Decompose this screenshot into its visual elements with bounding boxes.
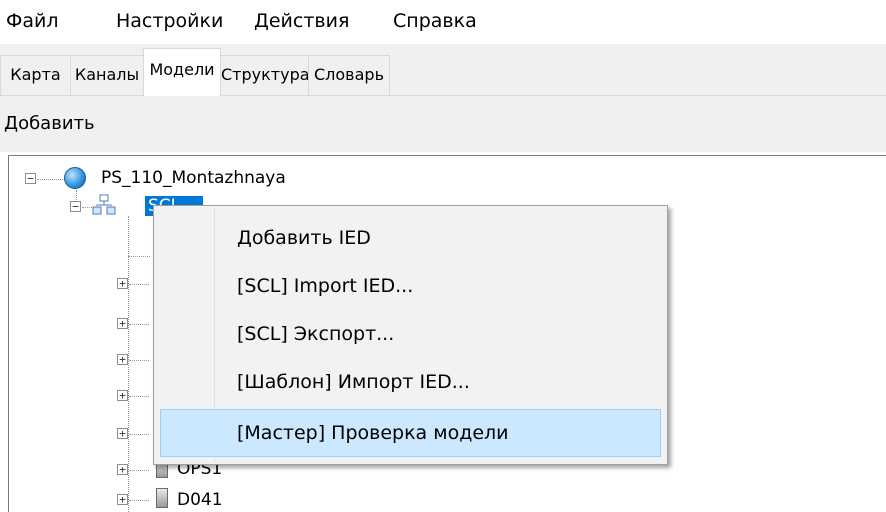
- tab-models[interactable]: Модели: [143, 48, 221, 96]
- tree-connector: [129, 434, 149, 435]
- tree-connector: [129, 360, 149, 361]
- menu-item-label: [SCL] Экспорт...: [237, 323, 395, 345]
- network-icon: [92, 194, 116, 215]
- menu-item-template-import-ied[interactable]: [Шаблон] Импорт IED...: [154, 358, 667, 406]
- tab-structure[interactable]: Структура: [220, 55, 310, 95]
- menu-item-scl-import-ied[interactable]: [SCL] Import IED...: [154, 262, 667, 310]
- menu-bar: Файл Настройки Действия Справка: [0, 0, 886, 44]
- menu-help[interactable]: Справка: [393, 8, 477, 34]
- context-menu: Добавить IED [SCL] Import IED... [SCL] Э…: [153, 205, 668, 465]
- toolbar: Добавить: [0, 96, 886, 152]
- menu-item-label: [Шаблон] Импорт IED...: [237, 371, 470, 393]
- tab-channels[interactable]: Каналы: [70, 55, 144, 95]
- menu-item-label: [SCL] Import IED...: [237, 275, 414, 297]
- tab-map[interactable]: Карта: [0, 55, 71, 95]
- tree-connector: [37, 179, 65, 180]
- tree-connector: [82, 207, 92, 208]
- tree-root-label[interactable]: PS_110_Montazhnaya: [101, 167, 286, 189]
- expand-icon[interactable]: +: [117, 428, 128, 439]
- expand-icon[interactable]: +: [117, 464, 128, 475]
- globe-icon: [64, 167, 86, 189]
- tree-node-d041[interactable]: D041: [177, 489, 223, 511]
- menu-item-label: [Мастер] Проверка модели: [237, 422, 509, 444]
- menu-item-add-ied[interactable]: Добавить IED: [154, 214, 667, 262]
- menu-settings[interactable]: Настройки: [116, 8, 223, 34]
- tree-connector: [129, 470, 149, 471]
- tree-connector: [129, 284, 149, 285]
- menu-item-scl-export[interactable]: [SCL] Экспорт...: [154, 310, 667, 358]
- tree-connector: [128, 216, 129, 512]
- expand-icon[interactable]: +: [117, 390, 128, 401]
- menu-actions[interactable]: Действия: [254, 8, 349, 34]
- collapse-icon[interactable]: −: [25, 173, 36, 184]
- tree-connector: [129, 324, 149, 325]
- expand-icon[interactable]: +: [117, 354, 128, 365]
- menu-item-wizard-check-model[interactable]: [Мастер] Проверка модели: [160, 409, 661, 457]
- expand-icon[interactable]: +: [117, 278, 128, 289]
- menu-item-label: Добавить IED: [237, 227, 371, 249]
- expand-icon[interactable]: +: [117, 494, 128, 505]
- tree-connector: [129, 396, 149, 397]
- tree-connector: [128, 256, 150, 257]
- collapse-icon[interactable]: −: [70, 201, 81, 212]
- menu-file[interactable]: Файл: [6, 8, 59, 34]
- expand-icon[interactable]: +: [117, 318, 128, 329]
- server-icon: [156, 488, 168, 508]
- tab-dictionary[interactable]: Словарь: [308, 55, 390, 95]
- add-button[interactable]: Добавить: [4, 112, 95, 136]
- tree-connector: [129, 500, 149, 501]
